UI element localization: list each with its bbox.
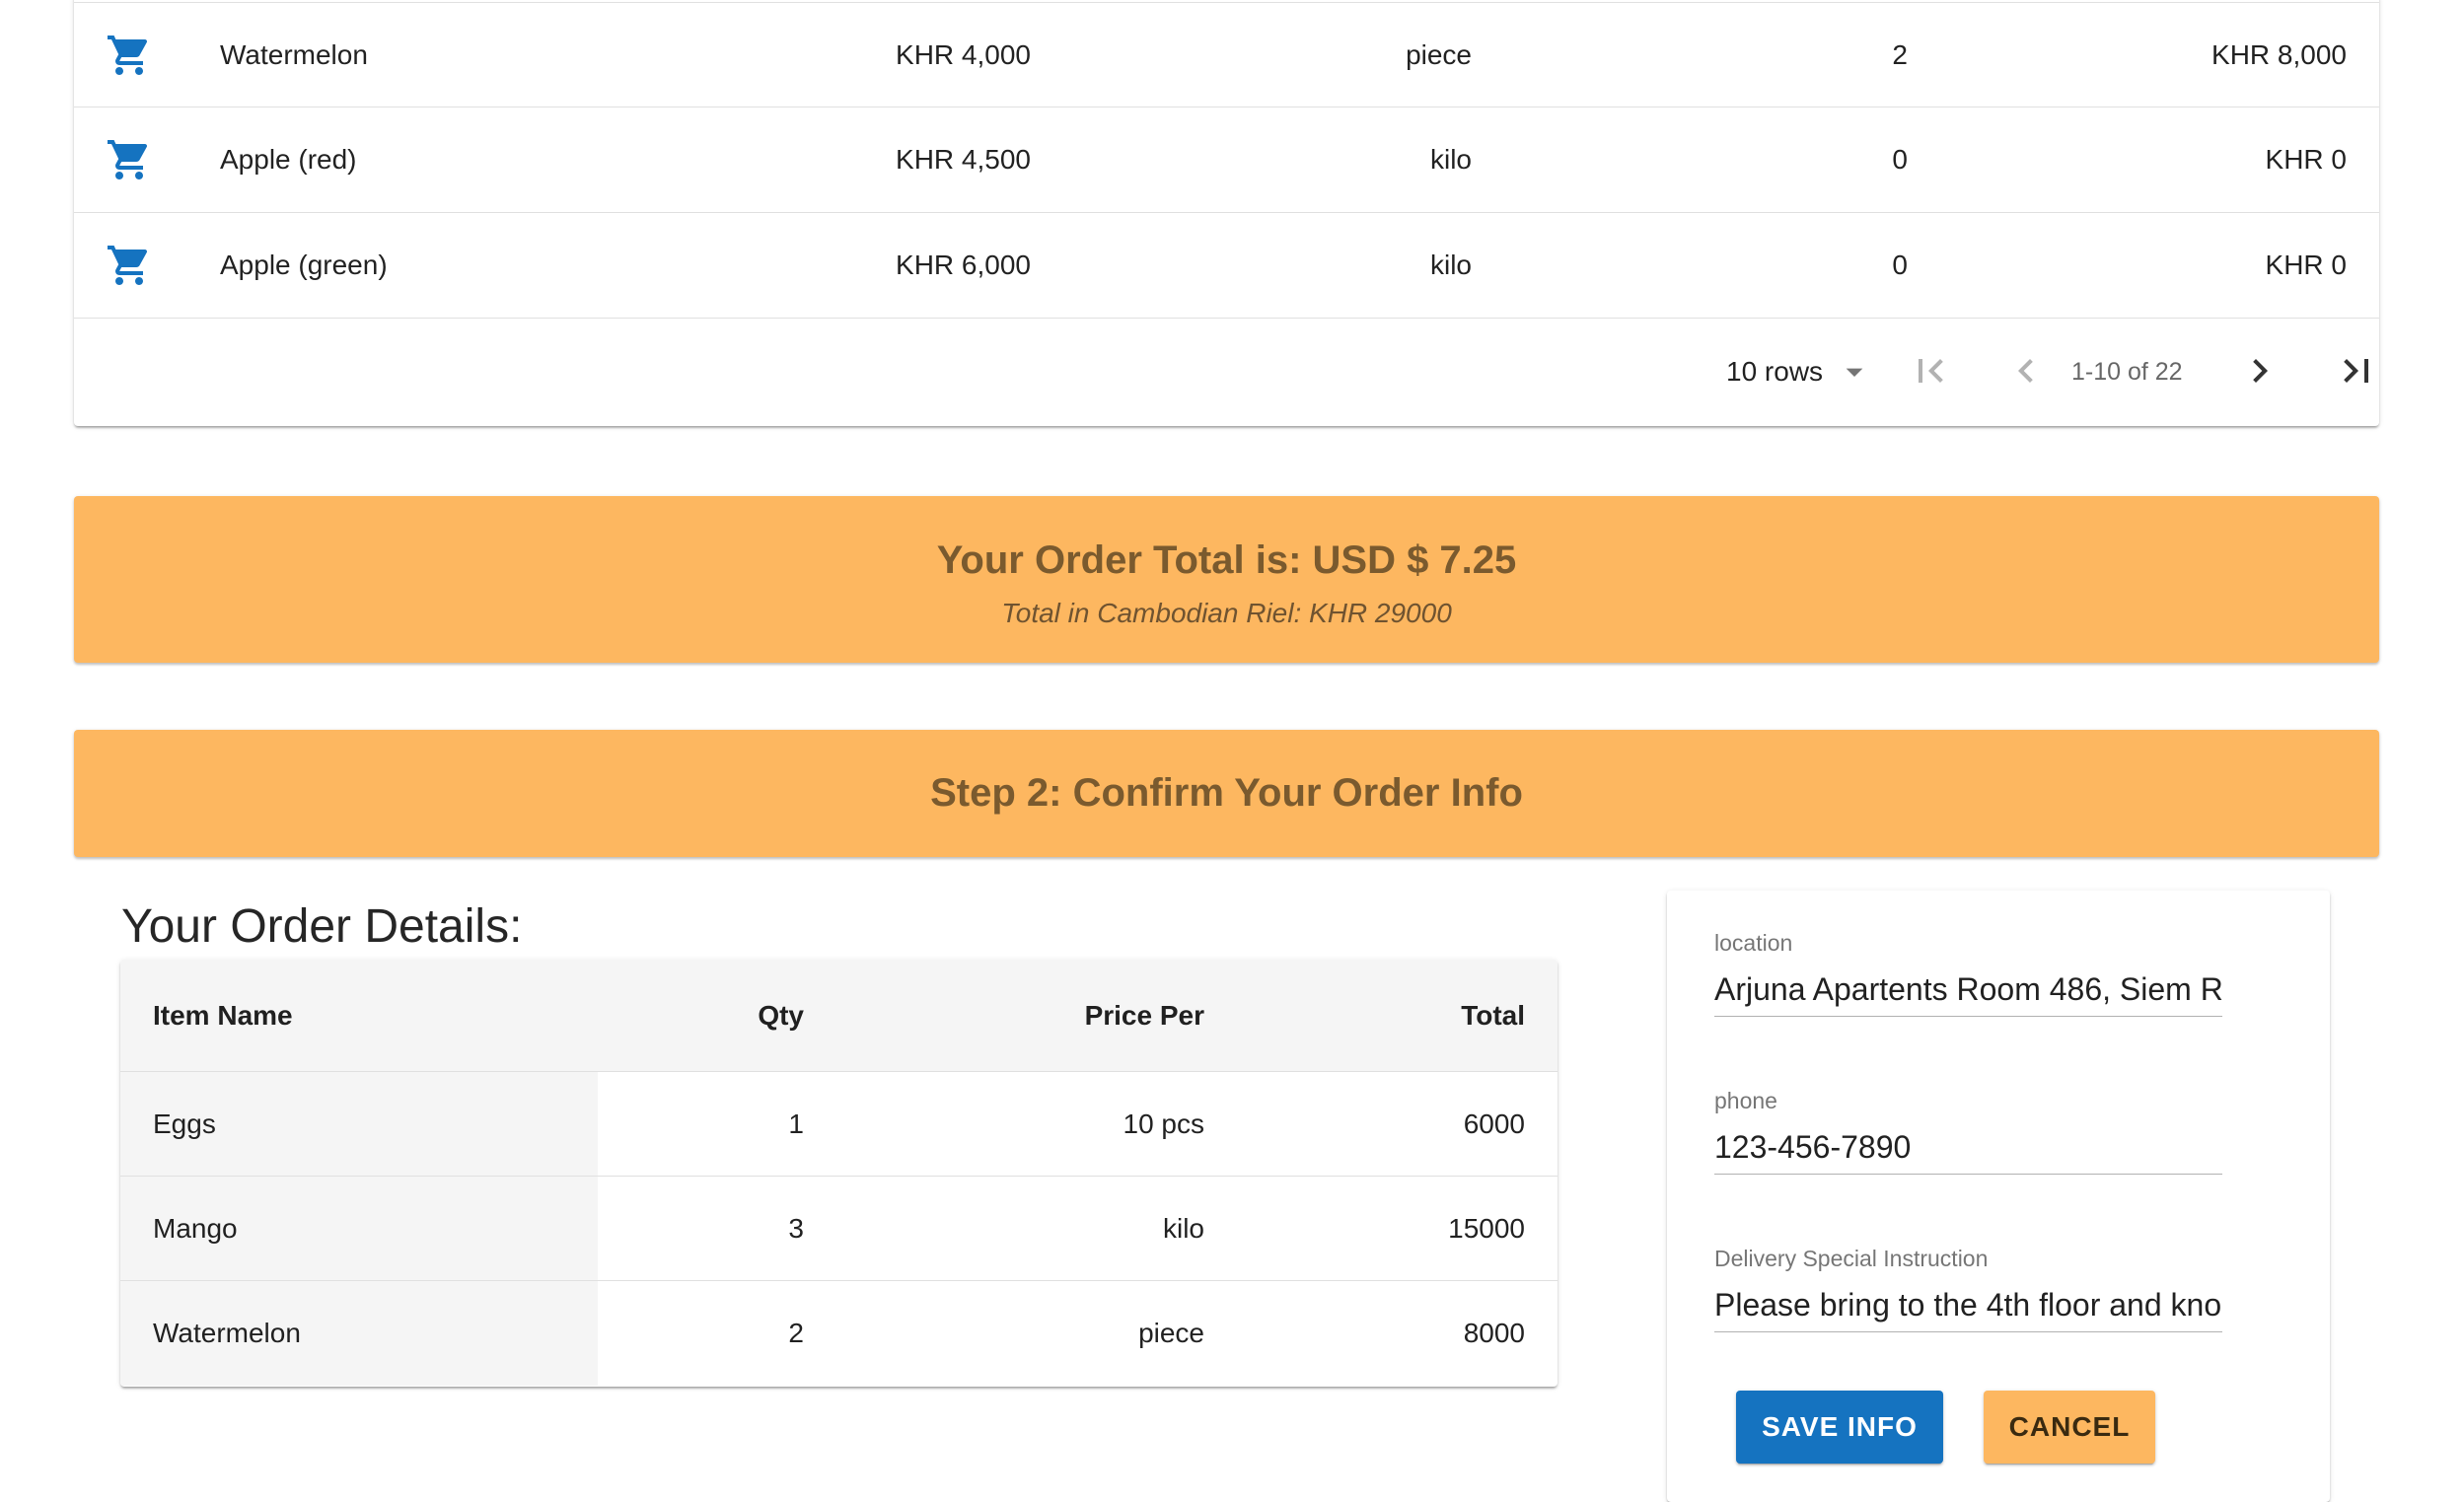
first-page-icon <box>1919 359 1943 383</box>
product-price: KHR 4,500 <box>896 144 1031 175</box>
table-row: Eggs 1 10 pcs 6000 <box>120 1071 1558 1177</box>
location-label: location <box>1714 930 1793 956</box>
save-info-button[interactable]: SAVE INFO <box>1736 1391 1943 1464</box>
add-to-cart-icon[interactable] <box>106 3 153 107</box>
order-details-table: Item Name Qty Price Per Total Eggs 1 10 … <box>120 960 1558 1387</box>
add-to-cart-icon[interactable] <box>106 107 153 212</box>
product-total: KHR 0 <box>2265 250 2347 280</box>
phone-label: phone <box>1714 1088 1777 1113</box>
phone-field: phone <box>1714 1086 2222 1175</box>
phone-input[interactable] <box>1714 1123 2222 1175</box>
product-unit: piece <box>1406 39 1472 70</box>
product-qty: 0 <box>1892 250 1908 280</box>
last-page-button[interactable] <box>2333 347 2380 394</box>
step2-title: Step 2: Confirm Your Order Info <box>930 771 1523 815</box>
item-price-per: piece <box>1138 1318 1204 1348</box>
previous-page-button[interactable] <box>2002 347 2050 394</box>
item-price-per: kilo <box>1162 1213 1204 1244</box>
table-pagination: 10 rows 1-10 of 22 <box>74 318 2379 423</box>
order-total-banner: Your Order Total is: USD $ 7.25 Total in… <box>74 496 2379 663</box>
column-header-item-name: Item Name <box>153 1000 293 1031</box>
table-row: Watermelon KHR 4,000 piece 2 KHR 8,000 <box>74 2 2379 107</box>
page-range-text: 1-10 of 22 <box>2071 358 2183 386</box>
order-total-title: Your Order Total is: USD $ 7.25 <box>936 538 1517 582</box>
product-table: Watermelon KHR 4,000 piece 2 KHR 8,000 A… <box>74 0 2379 426</box>
item-qty: 3 <box>788 1213 804 1244</box>
product-total: KHR 8,000 <box>2211 39 2347 70</box>
last-page-icon <box>2344 359 2368 383</box>
chevron-right-icon <box>2253 359 2268 383</box>
item-qty: 1 <box>788 1109 804 1139</box>
order-total-riel: Total in Cambodian Riel: KHR 29000 <box>1001 598 1452 628</box>
delivery-instruction-input[interactable] <box>1714 1281 2222 1332</box>
item-total: 15000 <box>1448 1213 1525 1244</box>
product-qty: 2 <box>1892 39 1908 70</box>
table-row: Mango 3 kilo 15000 <box>120 1176 1558 1281</box>
table-header-row: Item Name Qty Price Per Total <box>120 960 1558 1071</box>
first-page-button[interactable] <box>1907 347 1954 394</box>
product-qty: 0 <box>1892 144 1908 175</box>
location-input[interactable] <box>1714 966 2222 1017</box>
next-page-button[interactable] <box>2236 347 2283 394</box>
product-name: Apple (red) <box>220 144 357 175</box>
product-total: KHR 0 <box>2265 144 2347 175</box>
item-name: Watermelon <box>153 1318 301 1348</box>
item-name: Mango <box>153 1213 238 1244</box>
product-unit: kilo <box>1429 144 1472 175</box>
column-header-total: Total <box>1461 1000 1525 1031</box>
item-name: Eggs <box>153 1109 216 1139</box>
table-row: Watermelon 2 piece 8000 <box>120 1280 1558 1386</box>
rows-per-page-select[interactable]: 10 rows <box>1726 350 1874 393</box>
location-field: location <box>1714 928 2222 1017</box>
item-qty: 2 <box>788 1318 804 1348</box>
product-name: Watermelon <box>220 39 368 70</box>
order-details-heading: Your Order Details: <box>121 900 523 953</box>
delivery-instruction-field: Delivery Special Instruction <box>1714 1244 2222 1332</box>
product-unit: kilo <box>1429 250 1472 280</box>
column-header-qty: Qty <box>758 1000 804 1031</box>
table-row: Apple (red) KHR 4,500 kilo 0 KHR 0 <box>74 107 2379 212</box>
product-name: Apple (green) <box>220 250 388 280</box>
item-total: 8000 <box>1463 1318 1525 1348</box>
chevron-left-icon <box>2018 359 2033 383</box>
table-row: Apple (green) KHR 6,000 kilo 0 KHR 0 <box>74 212 2379 318</box>
product-price: KHR 4,000 <box>896 39 1031 70</box>
delivery-info-form: location phone Delivery Special Instruct… <box>1667 891 2330 1502</box>
add-to-cart-icon[interactable] <box>106 213 153 318</box>
column-header-price-per: Price Per <box>1084 1000 1204 1031</box>
rows-per-page-label: 10 rows <box>1726 356 1824 387</box>
step2-banner: Step 2: Confirm Your Order Info <box>74 730 2379 857</box>
item-total: 6000 <box>1463 1109 1525 1139</box>
item-price-per: 10 pcs <box>1123 1109 1205 1139</box>
product-price: KHR 6,000 <box>896 250 1031 280</box>
dropdown-arrow-icon <box>1846 368 1863 377</box>
delivery-instruction-label: Delivery Special Instruction <box>1714 1246 1989 1271</box>
cancel-button[interactable]: CANCEL <box>1984 1391 2155 1464</box>
